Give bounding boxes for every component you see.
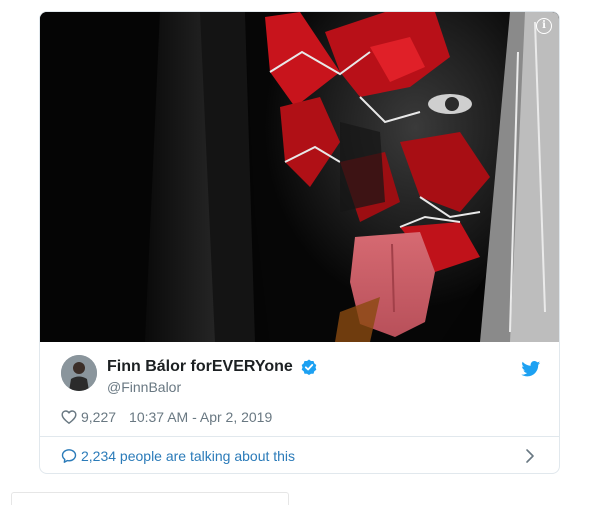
face-paint-photo <box>40 12 559 342</box>
heart-icon[interactable] <box>61 409 77 425</box>
talking-about-link[interactable]: 2,234 people are talking about this <box>61 446 295 466</box>
tweet-timestamp[interactable]: 10:37 AM - Apr 2, 2019 <box>129 409 272 425</box>
twitter-bird-icon[interactable] <box>521 361 541 377</box>
author-display-name[interactable]: Finn Bálor forEVERYone <box>107 358 293 376</box>
tweet-card: i Finn Bálor forEVERYone @FinnBalor 9,22… <box>39 11 560 474</box>
tweet-media-image[interactable]: i <box>40 12 559 342</box>
card-divider <box>40 436 559 437</box>
tweet-meta: 9,227 10:37 AM - Apr 2, 2019 <box>61 407 272 427</box>
verified-badge-icon <box>301 359 317 375</box>
chevron-right-icon[interactable] <box>525 448 535 464</box>
next-embed-frame <box>11 492 289 505</box>
author-names: Finn Bálor forEVERYone @FinnBalor <box>107 358 317 395</box>
avatar-photo <box>61 355 97 391</box>
avatar[interactable] <box>61 355 97 391</box>
author-handle[interactable]: @FinnBalor <box>107 379 317 395</box>
like-count[interactable]: 9,227 <box>81 409 116 425</box>
media-info-button[interactable]: i <box>536 18 552 34</box>
talking-about-text: 2,234 people are talking about this <box>81 448 296 464</box>
comment-bubble-icon <box>61 449 77 463</box>
tweet-author[interactable]: Finn Bálor forEVERYone @FinnBalor <box>61 355 541 397</box>
